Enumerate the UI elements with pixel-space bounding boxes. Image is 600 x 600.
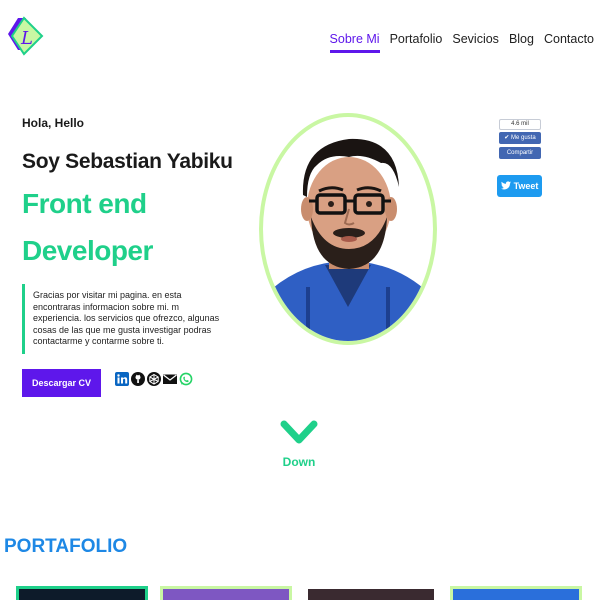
hero-name: Soy Sebastian Yabiku [22, 150, 233, 173]
email-icon[interactable] [163, 372, 177, 386]
nav-servicios[interactable]: Sevicios [452, 32, 499, 53]
nav-sobre-mi[interactable]: Sobre Mi [329, 32, 380, 53]
check-icon: ✔ [504, 135, 511, 141]
scroll-down-button[interactable]: Down [280, 420, 318, 469]
profile-photo [259, 113, 437, 345]
download-cv-button[interactable]: Descargar CV [22, 369, 101, 397]
facebook-widget: 4.6 mil ✔ Me gusta Compartir [499, 119, 541, 159]
like-label: Me gusta [511, 135, 536, 141]
website-icon[interactable] [147, 372, 161, 386]
portfolio-card[interactable] [450, 586, 582, 600]
role-line-2: Developer [22, 235, 153, 266]
linkedin-icon[interactable] [115, 372, 129, 386]
main-nav: Sobre Mi Portafolio Sevicios Blog Contac… [329, 32, 594, 53]
site-logo[interactable]: L [2, 14, 50, 62]
portfolio-card[interactable] [160, 586, 292, 600]
nav-portafolio[interactable]: Portafolio [390, 32, 443, 53]
nav-contacto[interactable]: Contacto [544, 32, 594, 53]
like-button[interactable]: ✔ Me gusta [499, 132, 541, 144]
whatsapp-icon[interactable] [179, 372, 193, 386]
chevron-down-icon [280, 420, 318, 452]
nav-blog[interactable]: Blog [509, 32, 534, 53]
portfolio-title: PORTAFOLIO [4, 536, 128, 557]
social-links [115, 372, 193, 386]
twitter-bird-icon [500, 180, 511, 192]
tweet-label: Tweet [513, 181, 539, 191]
down-label: Down [282, 455, 316, 469]
portfolio-card[interactable] [305, 586, 437, 600]
portfolio-cards [16, 586, 584, 600]
role-line-1: Front end [22, 188, 147, 219]
portfolio-card[interactable] [16, 586, 148, 600]
logo-letter: L [20, 28, 33, 49]
github-icon[interactable] [131, 372, 145, 386]
greeting: Hola, Hello [22, 116, 85, 130]
share-button[interactable]: Compartir [499, 147, 541, 159]
intro-text: Gracias por visitar mi pagina. en esta e… [22, 284, 222, 354]
tweet-button[interactable]: Tweet [497, 175, 542, 197]
like-count: 4.6 mil [499, 119, 541, 130]
